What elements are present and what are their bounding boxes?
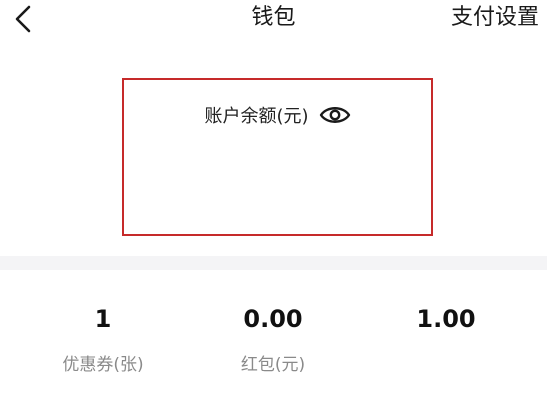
wallet-page: 钱包 支付设置 账户余额(元) 1 优惠券(张) 0.00 红包(元) 1.00	[0, 0, 547, 411]
coupons-label: 优惠券(张)	[62, 355, 144, 375]
balance-label: 账户余额(元)	[204, 106, 309, 127]
wallet-stats: 1 优惠券(张) 0.00 红包(元) 1.00	[0, 300, 547, 411]
coupons-count: 1	[94, 305, 112, 333]
section-divider	[0, 256, 547, 270]
red-packet-amount: 0.00	[243, 305, 303, 333]
back-button[interactable]	[8, 2, 38, 36]
third-stat-label	[376, 354, 516, 376]
coupons-stat[interactable]: 1 优惠券(张)	[33, 300, 173, 376]
red-packet-label: 红包(元)	[240, 355, 306, 375]
third-stat[interactable]: 1.00	[376, 300, 516, 376]
third-stat-value: 1.00	[416, 305, 476, 333]
toggle-balance-visibility-button[interactable]	[319, 104, 351, 126]
chevron-left-icon	[15, 5, 31, 33]
eye-icon	[319, 107, 350, 123]
account-balance-card: 账户余额(元)	[122, 78, 433, 236]
red-packet-stat[interactable]: 0.00 红包(元)	[203, 300, 343, 376]
payment-settings-button[interactable]: 支付设置	[451, 0, 539, 36]
balance-label-row: 账户余额(元)	[124, 102, 431, 128]
